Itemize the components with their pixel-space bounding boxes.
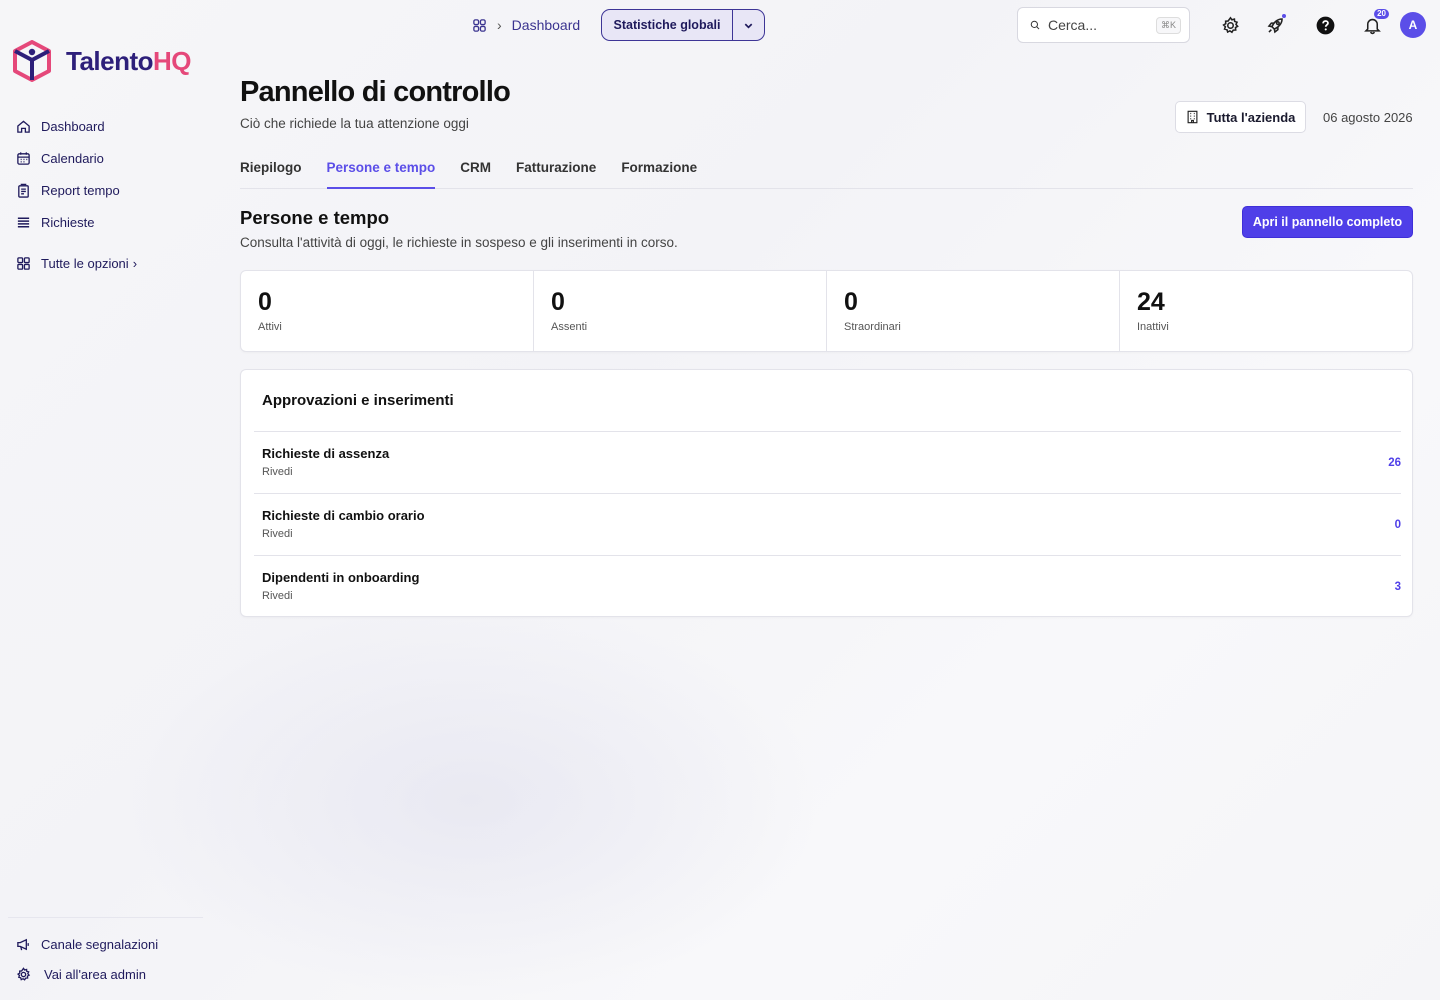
help-icon	[1316, 16, 1334, 34]
search-box: ⌘K	[1017, 7, 1190, 43]
stat-label: Inattivi	[1137, 321, 1169, 333]
tab-persone-e-tempo[interactable]: Persone e tempo	[326, 150, 436, 189]
approvals-title: Approvazioni e inserimenti	[262, 392, 454, 409]
section-title: Persone e tempo	[240, 207, 390, 228]
stat-value: 0	[258, 288, 272, 316]
list-icon	[17, 217, 30, 227]
view-select-dropdown[interactable]	[732, 10, 764, 40]
search-input[interactable]	[1047, 17, 1148, 33]
row-review-link[interactable]: Rivedi	[262, 528, 293, 540]
building-icon	[1187, 110, 1198, 124]
row-count: 26	[1388, 457, 1401, 469]
tab-fatturazione[interactable]: Fatturazione	[516, 150, 596, 189]
megaphone-icon	[17, 938, 29, 950]
row-title: Richieste di assenza	[262, 446, 390, 461]
stat-assenti[interactable]: 0 Assenti	[534, 271, 827, 351]
row-count: 3	[1394, 581, 1401, 593]
background-gradient	[120, 600, 820, 1000]
breadcrumb-dashboard-link[interactable]: Dashboard	[512, 17, 581, 33]
notifications-button[interactable]: 20	[1360, 9, 1389, 37]
logo-text: TalentoHQ	[66, 45, 192, 77]
avatar[interactable]: A	[1400, 12, 1426, 38]
view-select-button[interactable]: Statistiche globali	[602, 10, 732, 40]
chevron-right-icon: ›	[132, 255, 138, 271]
stat-label: Attivi	[258, 321, 282, 333]
sidebar-item-label: Dashboard	[41, 118, 105, 134]
report-icon	[18, 183, 29, 198]
tab-crm[interactable]: CRM	[460, 150, 491, 189]
scope-button[interactable]: Tutta l'azienda	[1175, 101, 1306, 133]
search-icon	[1030, 20, 1040, 30]
grid-icon	[17, 256, 30, 270]
sidebar-item-richieste[interactable]: Richieste	[16, 206, 120, 238]
stat-inattivi[interactable]: 24 Inattivi	[1120, 271, 1412, 351]
approvals-panel: Approvazioni e inserimenti Richieste di …	[240, 369, 1413, 617]
open-full-panel-button[interactable]: Apri il pannello completo	[1242, 206, 1413, 238]
chevron-right-icon: ›	[497, 17, 502, 33]
brand-main: Talento	[66, 45, 154, 76]
calendar-icon	[17, 151, 30, 165]
view-select: Statistiche globali	[601, 9, 765, 41]
stats-card: 0 Attivi 0 Assenti 0 Straordinari 24 Ina…	[240, 270, 1413, 352]
row-review-link[interactable]: Rivedi	[262, 466, 293, 478]
stat-straordinari[interactable]: 0 Straordinari	[827, 271, 1120, 351]
breadcrumb: › Dashboard	[472, 14, 580, 36]
approval-row-schedule-change[interactable]: Richieste di cambio orario Rivedi 0	[254, 493, 1401, 555]
page-title: Pannello di controllo	[240, 76, 511, 108]
sidebar-divider	[8, 917, 203, 918]
sidebar-item-label: Report tempo	[41, 182, 120, 198]
stat-label: Assenti	[551, 321, 588, 333]
stat-attivi[interactable]: 0 Attivi	[241, 271, 534, 351]
sidebar-item-calendario[interactable]: Calendario	[16, 142, 120, 174]
sidebar: TalentoHQ Dashboard Calendario Report te…	[0, 0, 210, 1000]
stat-value: 0	[844, 288, 858, 316]
notifications-badge: 20	[1374, 9, 1389, 19]
row-review-link[interactable]: Rivedi	[262, 590, 293, 602]
sidebar-item-dashboard[interactable]: Dashboard	[16, 110, 120, 142]
approval-row-onboarding[interactable]: Dipendenti in onboarding Rivedi 3	[254, 555, 1401, 617]
page-subtitle: Ciò che richiede la tua attenzione oggi	[240, 116, 469, 131]
home-icon	[17, 119, 30, 133]
sidebar-item-all-options[interactable]: Tutte le opzioni ›	[16, 247, 137, 279]
sidebar-item-label: Tutte le opzioni	[41, 255, 129, 271]
section-subtitle: Consulta l'attività di oggi, le richiest…	[240, 235, 678, 250]
sidebar-nav: Dashboard Calendario Report tempo Richie…	[16, 110, 120, 238]
help-button[interactable]	[1313, 13, 1337, 37]
search-shortcut: ⌘K	[1155, 16, 1181, 34]
new-indicator-dot	[1282, 14, 1286, 18]
logo[interactable]: TalentoHQ	[12, 40, 192, 82]
row-count: 0	[1394, 519, 1401, 531]
sidebar-item-area-admin[interactable]: Vai all'area admin	[16, 958, 146, 990]
row-title: Richieste di cambio orario	[262, 508, 425, 523]
current-date: 06 agosto 2026	[1323, 110, 1413, 125]
chevron-down-icon	[744, 23, 753, 29]
tab-riepilogo[interactable]: Riepilogo	[240, 150, 302, 189]
brand-accent: HQ	[153, 45, 192, 76]
sidebar-item-label: Richieste	[41, 214, 95, 230]
scope-button-label: Tutta l'azienda	[1206, 109, 1296, 125]
sidebar-item-canale-segnalazioni[interactable]: Canale segnalazioni	[16, 928, 158, 960]
settings-button[interactable]	[1218, 13, 1242, 37]
rocket-icon	[1267, 17, 1283, 33]
sidebar-item-label: Vai all'area admin	[44, 966, 146, 982]
approval-row-absence[interactable]: Richieste di assenza Rivedi 26	[254, 431, 1401, 493]
stat-label: Straordinari	[844, 321, 901, 333]
sidebar-item-label: Calendario	[41, 150, 104, 166]
grid-icon[interactable]	[472, 18, 487, 33]
stat-value: 24	[1137, 288, 1165, 316]
logo-cube-icon	[13, 40, 51, 82]
sidebar-item-label: Canale segnalazioni	[41, 936, 159, 952]
row-title: Dipendenti in onboarding	[262, 570, 420, 585]
gear-icon	[16, 966, 31, 981]
tab-formazione[interactable]: Formazione	[621, 150, 697, 189]
whats-new-button[interactable]	[1263, 13, 1287, 37]
tab-bar: Riepilogo Persone e tempo CRM Fatturazio…	[240, 150, 1413, 189]
sidebar-item-report-tempo[interactable]: Report tempo	[16, 174, 120, 206]
gear-icon	[1221, 15, 1239, 33]
stat-value: 0	[551, 288, 565, 316]
